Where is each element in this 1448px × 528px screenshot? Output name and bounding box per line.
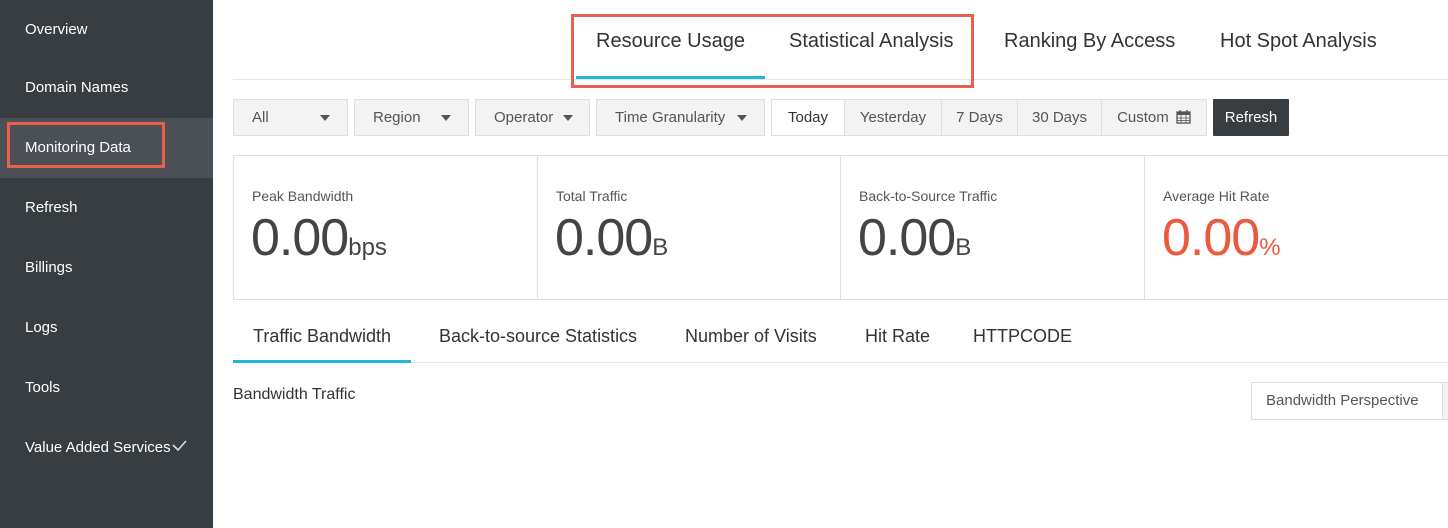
stat-number: 0.00 (555, 209, 653, 267)
range-label: 30 Days (1031, 109, 1088, 126)
tab-label: Traffic Bandwidth (253, 326, 392, 346)
checkmark-icon[interactable] (171, 418, 187, 504)
section-title: Bandwidth Traffic (233, 386, 356, 403)
stat-label: Back-to-Source Traffic (859, 188, 998, 204)
tab-resource-usage[interactable]: Resource Usage (576, 30, 765, 79)
stat-unit: B (955, 234, 972, 261)
tab-ranking-by-access[interactable]: Ranking By Access (1004, 30, 1175, 79)
sidebar-item-label: Billings (25, 259, 73, 276)
range-7-days-button[interactable]: 7 Days (941, 100, 1017, 135)
caret-down-icon (737, 115, 747, 121)
sidebar-item-label: Value Added Services (25, 439, 171, 456)
stat-unit: B (652, 234, 669, 261)
tab-label: Ranking By Access (1004, 30, 1176, 52)
range-custom-button[interactable]: Custom (1101, 100, 1206, 135)
tab-hit-rate[interactable]: Hit Rate (865, 326, 930, 362)
tab-label: Resource Usage (596, 30, 745, 52)
dropdown-label: Time Granularity (615, 109, 726, 126)
sidebar-item-billings[interactable]: Billings (0, 238, 213, 298)
sidebar-item-label: Tools (25, 379, 61, 396)
sidebar-item-overview[interactable]: Overview (0, 0, 213, 60)
refresh-button[interactable]: Refresh (1213, 99, 1289, 136)
calendar-icon (1176, 102, 1191, 137)
tab-label: Hit Rate (865, 326, 931, 346)
sidebar-item-label: Logs (25, 319, 58, 336)
tab-label: Back-to-source Statistics (439, 326, 638, 346)
perspective-label: Bandwidth Perspective (1266, 392, 1419, 409)
time-range-selector: Today Yesterday 7 Days 30 Days Custom (771, 99, 1207, 136)
range-label: Custom (1117, 109, 1169, 126)
tab-traffic-bandwidth[interactable]: Traffic Bandwidth (232, 326, 412, 363)
dropdown-label: All (252, 109, 269, 126)
stat-card-average-hit-rate: Average Hit Rate 0.00% (1145, 156, 1448, 299)
range-yesterday-button[interactable]: Yesterday (844, 100, 941, 135)
stat-number: 0.00 (1162, 209, 1260, 267)
sidebar-item-value-added-services[interactable]: Value Added Services (0, 418, 213, 478)
stat-label: Average Hit Rate (1163, 188, 1270, 204)
sidebar-item-domain-names[interactable]: Domain Names (0, 58, 213, 118)
stat-value: 0.00% (1162, 208, 1281, 268)
top-tab-bar: Resource Usage Statistical Analysis Rank… (233, 0, 1448, 80)
sidebar-item-tools[interactable]: Tools (0, 358, 213, 418)
dropdown-label: Operator (494, 109, 554, 126)
tab-hot-spot-analysis[interactable]: Hot Spot Analysis (1220, 30, 1377, 79)
caret-down-icon (320, 115, 330, 121)
sidebar: Overview Domain Names Monitoring Data Re… (0, 0, 213, 528)
stat-value: 0.00bps (251, 208, 387, 268)
stat-number: 0.00 (251, 209, 349, 267)
stat-number: 0.00 (858, 209, 956, 267)
stat-value: 0.00B (858, 208, 971, 268)
sidebar-item-label: Overview (25, 21, 88, 38)
sidebar-item-monitoring-data[interactable]: Monitoring Data (0, 118, 213, 178)
tab-back-to-source-statistics[interactable]: Back-to-source Statistics (439, 326, 637, 362)
stat-label: Peak Bandwidth (252, 188, 354, 204)
tab-label: Statistical Analysis (789, 30, 954, 52)
dropdown-label: Region (373, 109, 421, 126)
range-label: Yesterday (859, 109, 927, 126)
range-label: 7 Days (956, 109, 1003, 126)
stat-unit: % (1259, 234, 1281, 261)
stat-card-peak-bandwidth: Peak Bandwidth 0.00bps (234, 156, 538, 299)
sidebar-item-label: Monitoring Data (25, 139, 131, 156)
caret-down-icon (563, 115, 573, 121)
stats-panel: Peak Bandwidth 0.00bps Total Traffic 0.0… (233, 155, 1448, 300)
sidebar-item-label: Refresh (25, 199, 78, 216)
time-granularity-dropdown[interactable]: Time Granularity (596, 99, 765, 136)
sidebar-item-refresh[interactable]: Refresh (0, 178, 213, 238)
stat-unit: bps (348, 234, 387, 261)
stat-value: 0.00B (555, 208, 668, 268)
range-label: Today (787, 109, 829, 126)
stat-label: Total Traffic (556, 188, 628, 204)
perspective-next-button[interactable] (1442, 382, 1448, 420)
tab-statistical-analysis[interactable]: Statistical Analysis (789, 30, 954, 79)
operator-dropdown[interactable]: Operator (475, 99, 590, 136)
tab-number-of-visits[interactable]: Number of Visits (685, 326, 817, 362)
region-dropdown[interactable]: Region (354, 99, 469, 136)
range-30-days-button[interactable]: 30 Days (1017, 100, 1101, 135)
bandwidth-perspective-button[interactable]: Bandwidth Perspective (1251, 382, 1443, 420)
range-today-button[interactable]: Today (772, 100, 844, 135)
tab-label: Number of Visits (685, 326, 817, 346)
tab-httpcode[interactable]: HTTPCODE (973, 326, 1072, 362)
stat-card-total-traffic: Total Traffic 0.00B (538, 156, 841, 299)
sidebar-item-logs[interactable]: Logs (0, 298, 213, 358)
refresh-button-label: Refresh (1224, 109, 1278, 126)
stat-card-back-to-source-traffic: Back-to-Source Traffic 0.00B (841, 156, 1145, 299)
tab-label: Hot Spot Analysis (1220, 30, 1377, 52)
sidebar-item-label: Domain Names (25, 79, 129, 96)
all-dropdown[interactable]: All (233, 99, 348, 136)
caret-down-icon (441, 115, 451, 121)
chart-tab-bar: Traffic Bandwidth Back-to-source Statist… (232, 312, 1448, 363)
tab-label: HTTPCODE (973, 326, 1072, 346)
